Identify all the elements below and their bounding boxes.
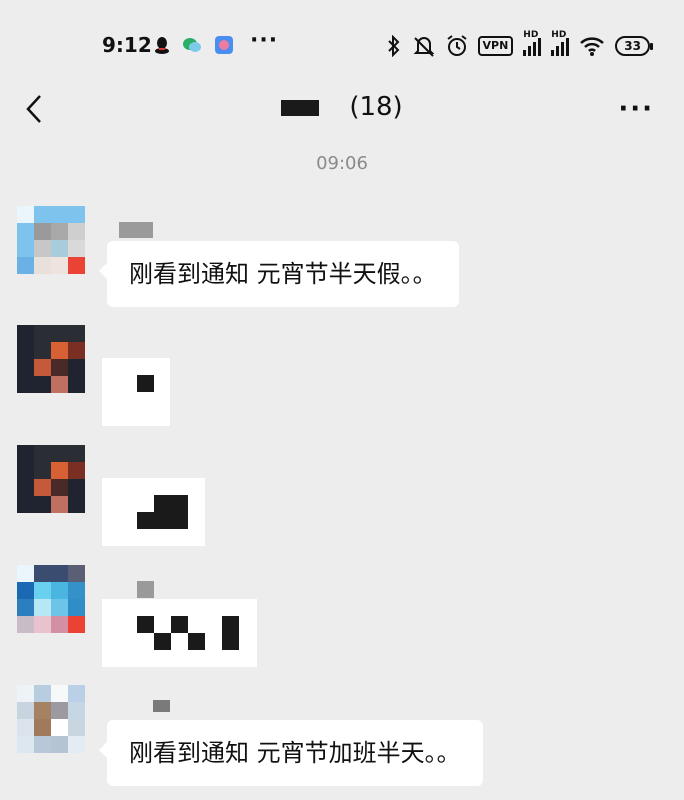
image-pixel: [137, 375, 154, 392]
message-timestamp: 09:06: [316, 153, 368, 174]
status-icons: VPN HD HD 33: [386, 30, 653, 58]
chat-header: (18) ···: [0, 90, 684, 148]
more-options-button[interactable]: ···: [618, 94, 654, 124]
image-pixel: [137, 616, 154, 633]
image-message[interactable]: [102, 478, 205, 546]
app-icon: [215, 36, 233, 54]
mute-bell-icon: [413, 37, 434, 57]
redacted-sender-name: [153, 700, 170, 712]
avatar[interactable]: [17, 325, 85, 393]
image-message[interactable]: [102, 358, 170, 426]
qq-icon: [155, 37, 169, 54]
image-pixel: [188, 633, 205, 650]
battery-indicator: 33: [615, 36, 653, 56]
image-pixel: [154, 633, 171, 650]
image-pixel: [222, 616, 239, 650]
wechat-icon: [183, 38, 201, 52]
image-message[interactable]: [102, 599, 257, 667]
image-pixel: [137, 512, 154, 529]
avatar[interactable]: [17, 685, 85, 753]
hd-label: HD: [551, 30, 567, 40]
message-bubble[interactable]: 刚看到通知 元宵节加班半天。。: [99, 720, 483, 786]
avatar[interactable]: [17, 445, 85, 513]
status-bar: 9:12 ··· VPN HD HD 33: [0, 0, 684, 90]
avatar[interactable]: [17, 565, 85, 633]
redacted-sender-name: [137, 581, 154, 598]
member-count: (18): [349, 92, 403, 122]
hd-label: HD: [523, 30, 539, 40]
redacted-sender-name: [119, 222, 153, 238]
wifi-icon: [580, 37, 605, 56]
signal-strength-1-icon: HD: [523, 30, 542, 56]
status-more-dots: ···: [250, 28, 279, 53]
message-bubble[interactable]: 刚看到通知 元宵节半天假。。: [99, 241, 459, 307]
vpn-indicator: VPN: [477, 36, 514, 56]
signal-strength-2-icon: HD: [551, 30, 570, 56]
chat-title: (18): [0, 92, 684, 122]
avatar[interactable]: [17, 206, 85, 274]
image-pixel: [154, 495, 188, 529]
redacted-group-name: [281, 99, 320, 116]
alarm-icon: [446, 35, 467, 56]
status-time: 9:12: [102, 33, 152, 57]
image-pixel: [171, 616, 188, 633]
bluetooth-icon: [387, 35, 399, 57]
